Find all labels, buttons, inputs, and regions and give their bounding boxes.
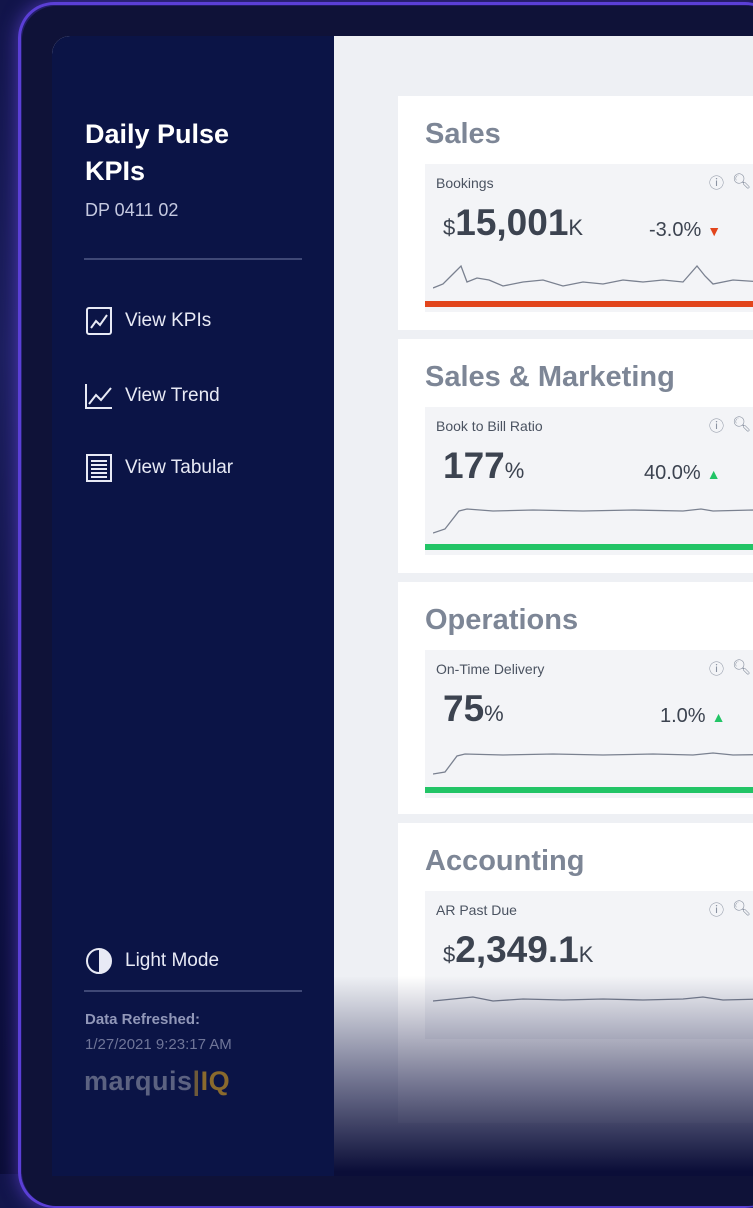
sidebar-divider-bottom <box>84 990 302 992</box>
kpi-value: 177% <box>443 445 525 486</box>
trend-line-icon <box>84 381 114 411</box>
kpi-delta: 40.0% ▲ <box>644 462 721 484</box>
nav-label: View Trend <box>125 385 220 406</box>
nav-view-tabular[interactable]: View Tabular <box>84 451 233 485</box>
logo-accent: IQ <box>200 1066 231 1096</box>
search-icon[interactable]: 🔍︎ <box>732 899 751 920</box>
sparkline <box>433 508 753 534</box>
kpi-main: Sales Bookings ⓘ 🔍︎ $15,001K -3.0% ▼ Sales… <box>334 36 753 1176</box>
kpi-delta: -3.0% ▼ <box>649 219 722 241</box>
marquis-iq-logo: marquis|IQ <box>84 1066 231 1096</box>
search-icon[interactable]: 🔍︎ <box>732 658 751 679</box>
status-bar <box>425 544 753 550</box>
kpi-card-bookings[interactable]: Bookings ⓘ 🔍︎ $15,001K -3.0% ▼ <box>425 164 753 312</box>
section-accounting: Accounting AR Past Due ⓘ 🔍︎ $2,349.1K <box>398 823 753 1123</box>
info-icon[interactable]: ⓘ <box>709 415 724 436</box>
section-title: Sales <box>425 118 501 150</box>
dashboard-title: Daily Pulse KPIs <box>85 119 230 186</box>
app-screen: Daily Pulse KPIs DP 0411 02 View KPIs Vi… <box>52 36 753 1176</box>
contrast-icon <box>84 946 114 976</box>
nav-label: View Tabular <box>125 457 234 478</box>
status-bar <box>425 787 753 793</box>
section-title: Accounting <box>425 845 585 877</box>
kpi-value: 75% <box>443 688 504 729</box>
kpi-value: $15,001K <box>443 202 584 243</box>
kpi-delta: 1.0% ▲ <box>660 705 726 727</box>
section-title: Operations <box>425 604 579 636</box>
dashboard-code: DP 0411 02 <box>85 200 179 220</box>
kpi-label: Book to Bill Ratio <box>436 418 543 434</box>
kpi-card-ar-past-due[interactable]: AR Past Due ⓘ 🔍︎ $2,349.1K <box>425 891 753 1039</box>
table-icon <box>84 453 114 483</box>
nav-label: View KPIs <box>125 310 212 331</box>
section-sales: Sales Bookings ⓘ 🔍︎ $15,001K -3.0% ▼ <box>398 96 753 330</box>
search-icon[interactable]: 🔍︎ <box>732 172 751 193</box>
data-refreshed-value: 1/27/2021 9:23:17 AM <box>85 1036 232 1053</box>
section-sales-marketing: Sales & Marketing Book to Bill Ratio ⓘ 🔍︎… <box>398 339 753 573</box>
sparkline <box>433 996 753 1002</box>
status-bar <box>425 301 753 307</box>
sparkline <box>433 264 753 289</box>
search-icon[interactable]: 🔍︎ <box>732 415 751 436</box>
kpi-card-on-time-delivery[interactable]: On-Time Delivery ⓘ 🔍︎ 75% 1.0% ▲ <box>425 650 753 798</box>
info-icon[interactable]: ⓘ <box>709 899 724 920</box>
light-mode-toggle[interactable]: Light Mode <box>84 944 219 978</box>
section-title: Sales & Marketing <box>425 361 675 393</box>
up-arrow-icon: ▲ <box>711 709 726 725</box>
light-mode-label: Light Mode <box>125 950 220 971</box>
kpi-value: $2,349.1K <box>443 929 594 970</box>
kpi-label: Bookings <box>436 175 494 191</box>
sparkline <box>433 752 753 775</box>
data-refreshed-label: Data Refreshed: <box>85 1011 201 1028</box>
sidebar: Daily Pulse KPIs DP 0411 02 View KPIs Vi… <box>52 36 334 1176</box>
logo-main: marquis <box>84 1066 193 1096</box>
nav-view-kpis[interactable]: View KPIs <box>84 304 211 338</box>
kpi-label: On-Time Delivery <box>436 661 545 677</box>
up-arrow-icon: ▲ <box>706 466 721 482</box>
chart-doc-icon <box>84 306 114 336</box>
nav-view-trend[interactable]: View Trend <box>84 379 220 413</box>
section-operations: Operations On-Time Delivery ⓘ 🔍︎ 75% 1.0%… <box>398 582 753 814</box>
down-arrow-icon: ▼ <box>707 223 722 239</box>
kpi-card-book-to-bill[interactable]: Book to Bill Ratio ⓘ 🔍︎ 177% 40.0% ▲ <box>425 407 753 555</box>
kpi-label: AR Past Due <box>436 902 517 918</box>
sidebar-divider <box>84 258 302 260</box>
info-icon[interactable]: ⓘ <box>709 658 724 679</box>
info-icon[interactable]: ⓘ <box>709 172 724 193</box>
